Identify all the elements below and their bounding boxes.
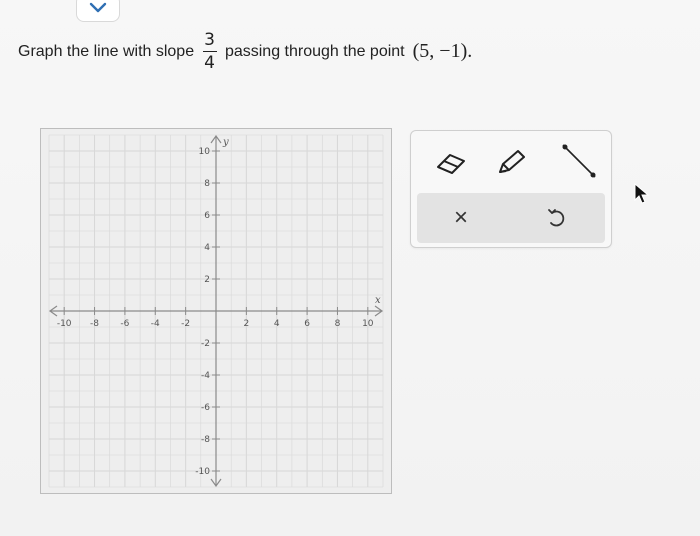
y-tick-label: 6 [204,211,210,221]
eraser-icon [437,154,465,174]
y-tick-label: -10 [195,467,210,477]
graph-canvas[interactable]: x y -10 -8 -6 -4 -2 2 4 6 8 10 10 8 6 4 2 -2 -4 -6 -8 -10 [41,129,391,493]
x-tick-label: -4 [151,319,160,329]
y-tick-label: 2 [204,275,210,285]
undo-icon [548,209,565,227]
pencil-icon [499,150,525,173]
action-row: × [417,193,605,243]
x-tick-label: -6 [120,319,129,329]
y-tick-label: -4 [201,371,210,381]
question-point: (5, −1). [412,40,473,63]
x-tick-label: 10 [362,319,374,329]
slope-denominator: 4 [204,53,215,74]
clear-button[interactable]: × [441,198,481,238]
slope-fraction: 3 4 [202,30,217,73]
graphing-toolbox: × [410,130,612,248]
line-tool[interactable] [559,141,599,181]
x-tick-label: 6 [304,319,310,329]
y-tick-label: 10 [199,147,211,157]
y-tick-label: -6 [201,403,210,413]
page: Graph the line with slope 3 4 passing th… [0,0,700,536]
expand-tab[interactable] [76,0,120,22]
x-tick-label: -10 [57,319,72,329]
mouse-pointer-icon [634,183,650,204]
x-tick-label: -2 [181,319,190,329]
y-tick-label: 4 [204,243,210,253]
coordinate-graph[interactable]: x y -10 -8 -6 -4 -2 2 4 6 8 10 10 8 6 4 2 -2 -4 -6 -8 -10 [40,128,392,494]
question-middle: passing through the point [224,42,405,60]
y-tick-label: 8 [204,179,210,189]
clear-icon: × [453,204,468,231]
x-tick-label: -8 [90,319,99,329]
chevron-down-icon [89,2,107,13]
eraser-tool[interactable] [431,143,471,183]
x-tick-label: 4 [274,319,280,329]
line-segment-icon [562,144,596,178]
fraction-bar [202,51,217,53]
x-tick-label: 2 [243,319,249,329]
x-tick-label: 8 [335,319,341,329]
slope-numerator: 3 [204,30,215,50]
y-axis-label: y [222,137,229,148]
question-prefix: Graph the line with slope [18,42,195,60]
y-tick-label: -2 [201,339,210,349]
question-text: Graph the line with slope 3 4 passing th… [18,30,472,73]
y-tick-label: -8 [201,435,210,445]
x-axis-label: x [375,295,381,306]
pencil-tool[interactable] [491,143,531,183]
undo-button[interactable] [537,198,577,238]
